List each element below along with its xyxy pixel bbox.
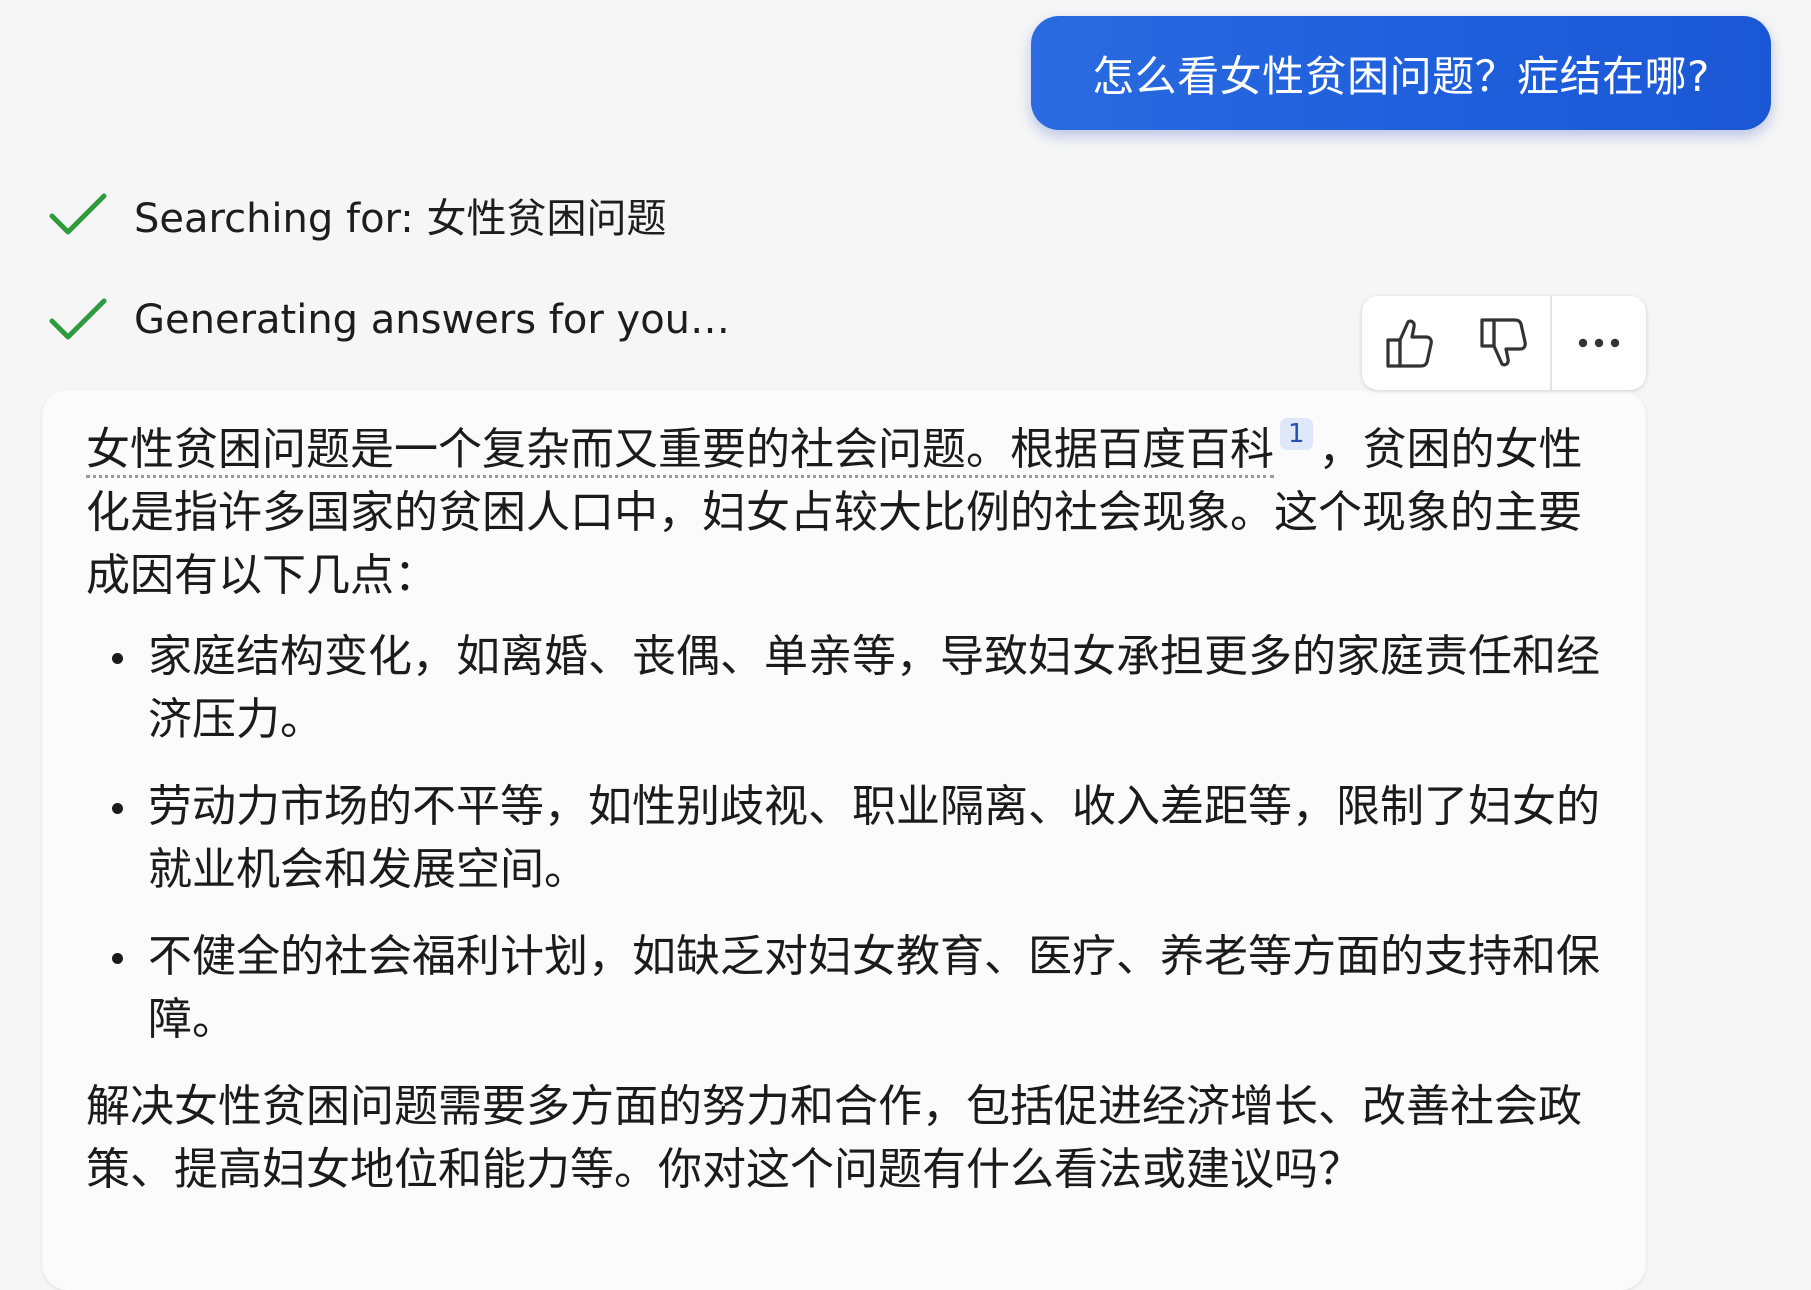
thumbs-up-icon: [1386, 319, 1433, 368]
list-item: 家庭结构变化，如离婚、丧偶、单亲等，导致妇女承担更多的家庭责任和经济压力。: [106, 625, 1602, 751]
answer-intro-paragraph: 女性贫困问题是一个复杂而又重要的社会问题。根据百度百科 1 ，贫困的女性化是指许多国…: [86, 418, 1602, 607]
status-generating: Generating answers for you…: [48, 288, 730, 352]
user-message-text: 怎么看女性贫困问题？症结在哪?: [1092, 51, 1710, 101]
cited-text[interactable]: 女性贫困问题是一个复杂而又重要的社会问题。根据百度百科: [86, 424, 1274, 478]
feedback-toolbar: [1362, 296, 1646, 390]
answer-body: 女性贫困问题是一个复杂而又重要的社会问题。根据百度百科 1 ，贫困的女性化是指许多国…: [86, 418, 1602, 1201]
answer-card: 女性贫困问题是一个复杂而又重要的社会问题。根据百度百科 1 ，贫困的女性化是指许多国…: [42, 390, 1646, 1290]
answer-conclusion-paragraph: 解决女性贫困问题需要多方面的努力和合作，包括促进经济增长、改善社会政策、提高妇女…: [86, 1081, 1582, 1195]
checkmark-icon: [49, 193, 107, 235]
status-searching: Searching for: 女性贫困问题: [48, 183, 666, 247]
bullet-dot: [112, 653, 123, 664]
status-searching-label: Searching for: 女性贫困问题: [134, 196, 667, 242]
citation-badge[interactable]: 1: [1280, 418, 1313, 451]
user-message-bubble: 怎么看女性贫困问题？症结在哪?: [1031, 16, 1771, 130]
ellipsis-icon: [1578, 338, 1620, 348]
thumbs-down-icon: [1480, 318, 1527, 367]
list-item-text: 劳动力市场的不平等，如性别歧视、职业隔离、收入差距等，限制了妇女的就业机会和发展…: [148, 781, 1600, 895]
list-item: 不健全的社会福利计划，如缺乏对妇女教育、医疗、养老等方面的支持和保障。: [106, 925, 1602, 1051]
more-options-button[interactable]: [1552, 296, 1646, 390]
bullet-dot: [112, 953, 123, 964]
checkmark-icon: [49, 298, 107, 340]
list-item-text: 不健全的社会福利计划，如缺乏对妇女教育、医疗、养老等方面的支持和保障。: [148, 931, 1600, 1045]
list-item: 劳动力市场的不平等，如性别歧视、职业隔离、收入差距等，限制了妇女的就业机会和发展…: [106, 775, 1602, 901]
like-button[interactable]: [1362, 296, 1456, 390]
bullet-dot: [112, 803, 123, 814]
status-generating-label: Generating answers for you…: [134, 297, 731, 343]
list-item-text: 家庭结构变化，如离婚、丧偶、单亲等，导致妇女承担更多的家庭责任和经济压力。: [148, 631, 1600, 745]
cause-list: 家庭结构变化，如离婚、丧偶、单亲等，导致妇女承担更多的家庭责任和经济压力。 劳动…: [86, 625, 1602, 1051]
dislike-button[interactable]: [1456, 296, 1550, 390]
